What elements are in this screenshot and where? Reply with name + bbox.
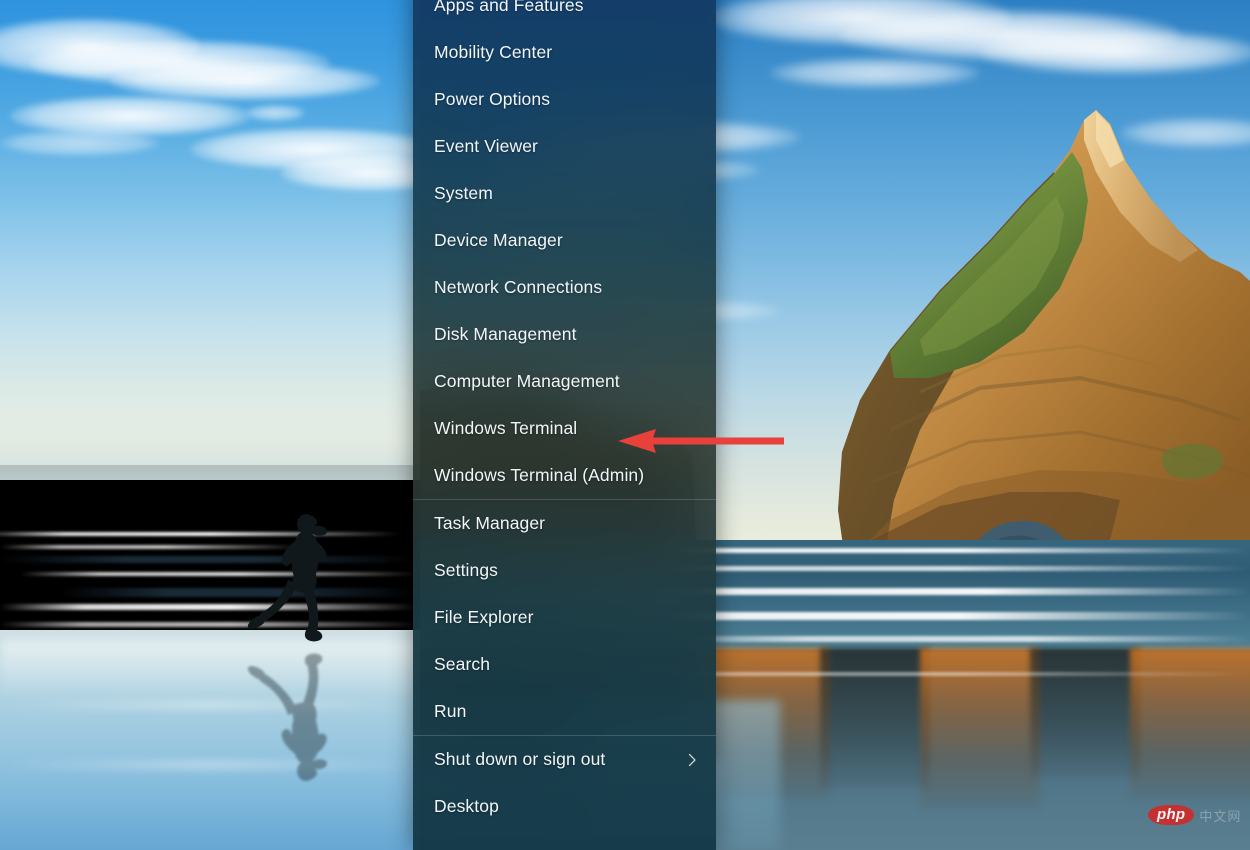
rock-reflection-dark: [1030, 648, 1140, 778]
sand-band: [0, 760, 420, 770]
menu-item-label: Device Manager: [434, 230, 563, 250]
menu-item-settings[interactable]: Settings: [413, 547, 716, 594]
menu-item-label: Computer Management: [434, 371, 620, 391]
desktop-screen: Apps and Features Mobility Center Power …: [0, 0, 1250, 850]
menu-item-label: Settings: [434, 560, 499, 580]
menu-item-label: Windows Terminal: [434, 418, 578, 438]
menu-item-label: Disk Management: [434, 324, 577, 344]
menu-item-windows-terminal[interactable]: Windows Terminal: [413, 405, 716, 452]
menu-item-shut-down-or-sign-out[interactable]: Shut down or sign out: [413, 736, 716, 783]
rock-reflection-orange: [1130, 648, 1250, 798]
menu-item-file-explorer[interactable]: File Explorer: [413, 594, 716, 641]
menu-item-device-manager[interactable]: Device Manager: [413, 217, 716, 264]
menu-item-label: Desktop: [434, 796, 499, 816]
menu-items-container: Apps and Features Mobility Center Power …: [413, 0, 716, 830]
menu-item-label: Run: [434, 701, 467, 721]
menu-item-label: Mobility Center: [434, 42, 553, 62]
menu-item-label: File Explorer: [434, 607, 534, 627]
menu-item-search[interactable]: Search: [413, 641, 716, 688]
menu-item-run[interactable]: Run: [413, 688, 716, 735]
cloud-shape: [110, 62, 380, 100]
menu-item-mobility-center[interactable]: Mobility Center: [413, 29, 716, 76]
menu-item-label: Network Connections: [434, 277, 603, 297]
runner-silhouette: [236, 512, 346, 647]
menu-item-task-manager[interactable]: Task Manager: [413, 500, 716, 547]
menu-item-windows-terminal-admin[interactable]: Windows Terminal (Admin): [413, 452, 716, 499]
sand-sheen: [0, 640, 420, 700]
menu-item-network-connections[interactable]: Network Connections: [413, 264, 716, 311]
menu-item-computer-management[interactable]: Computer Management: [413, 358, 716, 405]
cloud-shape: [245, 105, 305, 121]
menu-item-label: Windows Terminal (Admin): [434, 465, 645, 485]
runner-reflection: [236, 648, 346, 783]
menu-item-apps-and-features[interactable]: Apps and Features: [413, 0, 716, 29]
menu-item-system[interactable]: System: [413, 170, 716, 217]
menu-item-desktop[interactable]: Desktop: [413, 783, 716, 830]
rock-reflection-dark: [820, 648, 930, 788]
menu-item-event-viewer[interactable]: Event Viewer: [413, 123, 716, 170]
sand-band: [0, 700, 420, 710]
menu-item-label: System: [434, 183, 493, 203]
menu-item-label: Power Options: [434, 89, 551, 109]
wallpaper-left-beach-photo: [0, 0, 420, 850]
wave-trough: [0, 556, 420, 563]
wave-crest: [0, 622, 420, 627]
winx-context-menu[interactable]: Apps and Features Mobility Center Power …: [413, 0, 716, 850]
wave-crest: [20, 572, 420, 576]
menu-item-label: Event Viewer: [434, 136, 538, 156]
wave-crest: [0, 604, 420, 610]
menu-item-label: Apps and Features: [434, 0, 584, 15]
menu-item-power-options[interactable]: Power Options: [413, 76, 716, 123]
menu-item-label: Task Manager: [434, 513, 546, 533]
chevron-right-icon: [684, 752, 700, 768]
menu-item-label: Search: [434, 654, 491, 674]
menu-item-disk-management[interactable]: Disk Management: [413, 311, 716, 358]
cloud-shape: [0, 130, 160, 156]
cloud-shape: [10, 96, 250, 136]
menu-item-label: Shut down or sign out: [434, 749, 606, 769]
